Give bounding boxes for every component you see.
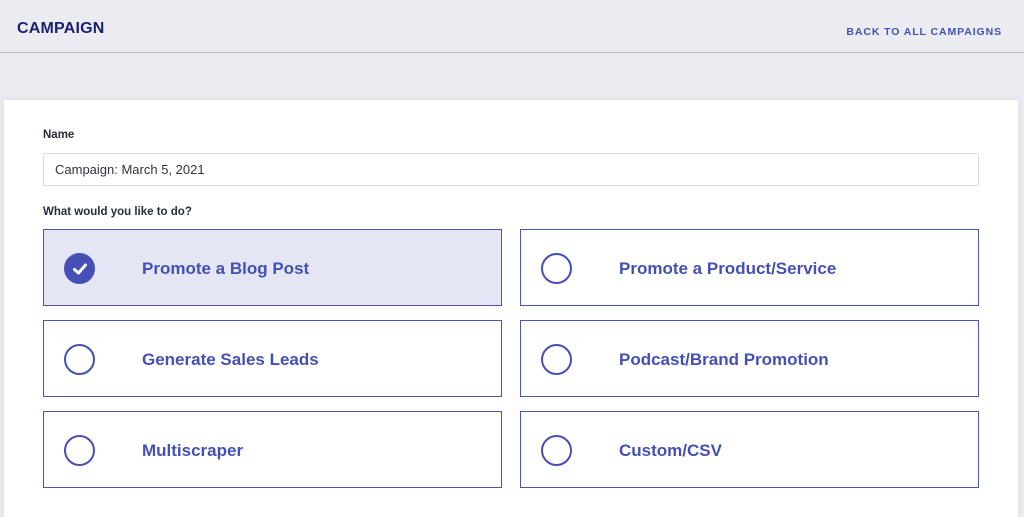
option-multiscraper[interactable]: Multiscraper [43, 411, 502, 488]
campaign-form-card: Name What would you like to do? Promote … [4, 100, 1018, 517]
option-label: Promote a Product/Service [619, 259, 837, 278]
option-promote-product-service[interactable]: Promote a Product/Service [520, 229, 979, 306]
option-promote-blog-post[interactable]: Promote a Blog Post [43, 229, 502, 306]
radio-empty-icon [541, 253, 572, 284]
radio-empty-icon [64, 344, 95, 375]
goal-question-label: What would you like to do? [43, 206, 192, 218]
option-label: Podcast/Brand Promotion [619, 350, 829, 369]
campaign-name-input[interactable] [43, 153, 979, 186]
radio-empty-icon [541, 435, 572, 466]
option-label: Custom/CSV [619, 441, 722, 460]
option-label: Promote a Blog Post [142, 259, 310, 278]
back-to-all-campaigns-link[interactable]: BACK TO ALL CAMPAIGNS [846, 26, 1002, 38]
name-label: Name [43, 129, 75, 141]
radio-empty-icon [64, 435, 95, 466]
option-generate-sales-leads[interactable]: Generate Sales Leads [43, 320, 502, 397]
campaign-goal-options: Promote a Blog Post Promote a Product/Se… [43, 229, 979, 488]
option-custom-csv[interactable]: Custom/CSV [520, 411, 979, 488]
option-podcast-brand-promotion[interactable]: Podcast/Brand Promotion [520, 320, 979, 397]
option-label: Generate Sales Leads [142, 350, 319, 369]
page-title: CAMPAIGN [17, 20, 105, 37]
check-circle-icon [64, 253, 95, 284]
option-label: Multiscraper [142, 441, 244, 460]
top-bar: CAMPAIGN BACK TO ALL CAMPAIGNS [0, 0, 1024, 53]
radio-empty-icon [541, 344, 572, 375]
